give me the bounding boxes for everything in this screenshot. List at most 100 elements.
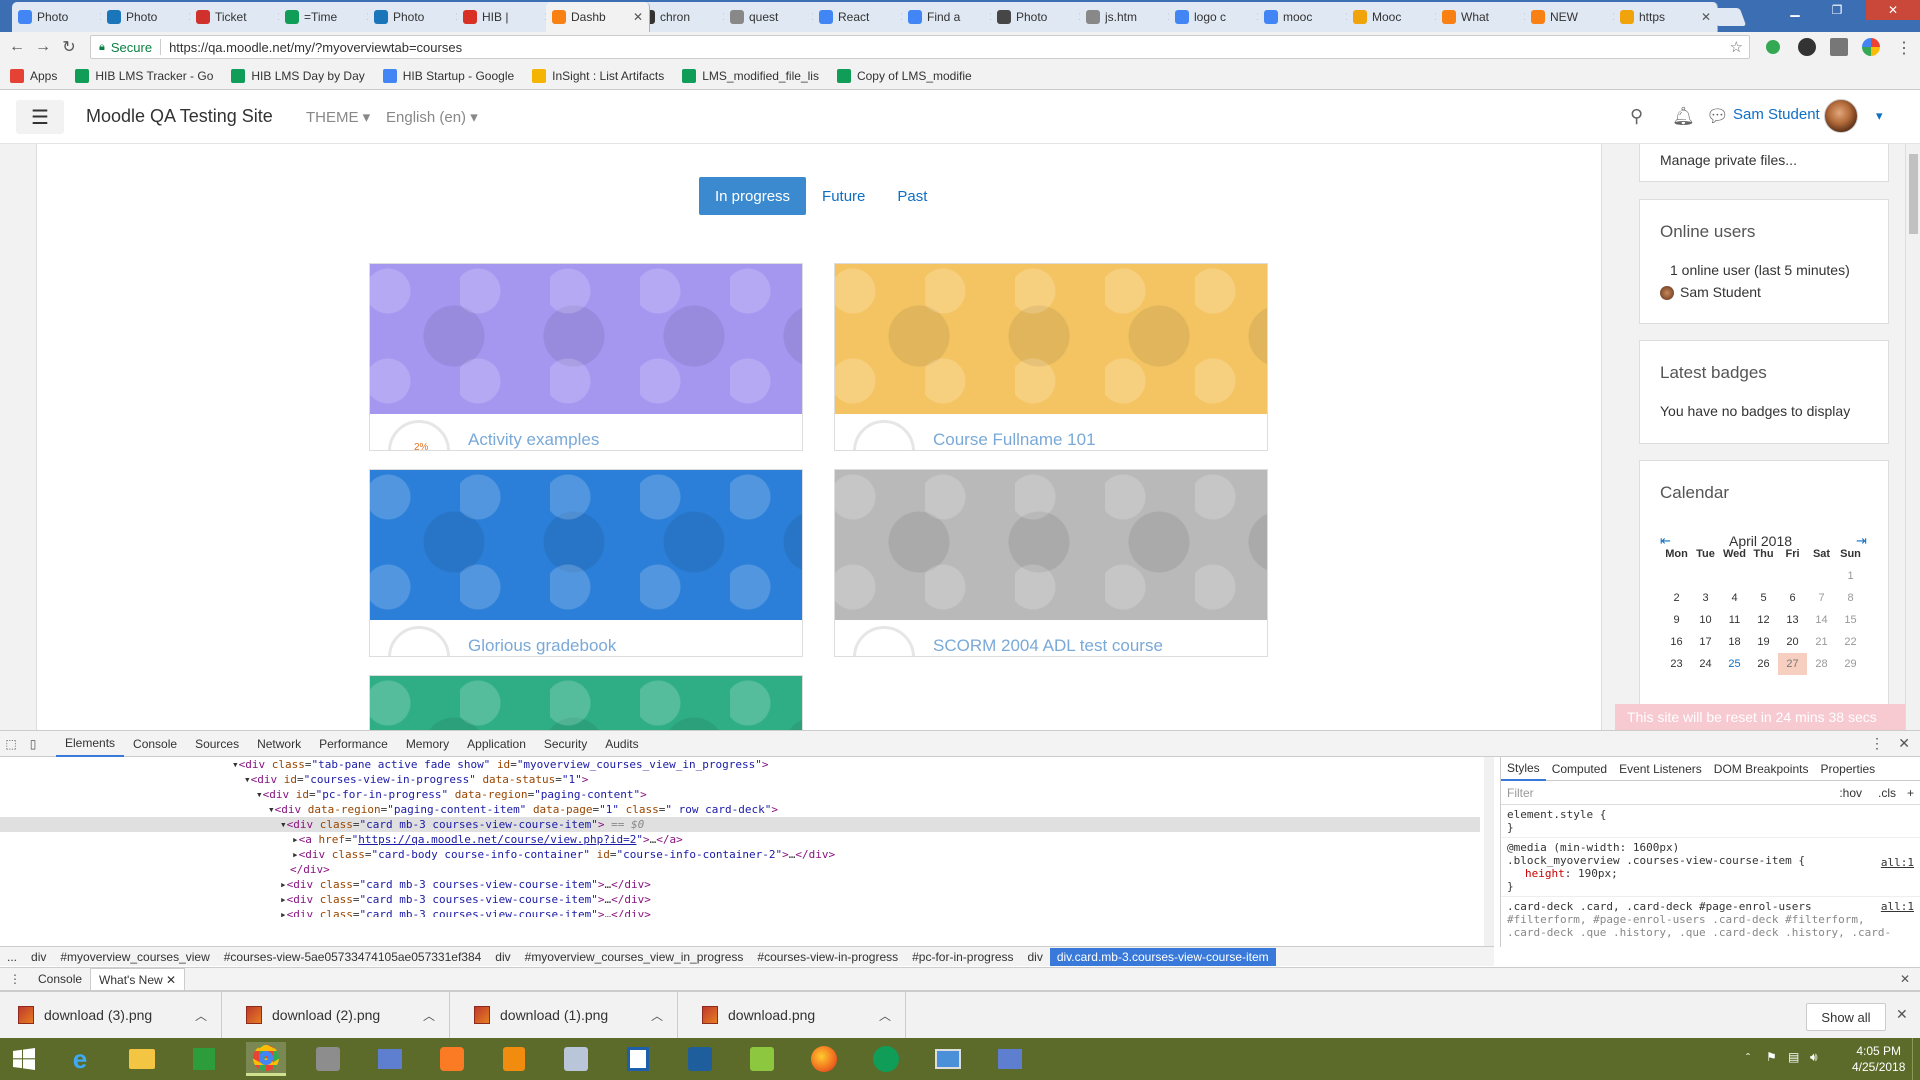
styles-tab[interactable]: Event Listeners <box>1613 762 1708 776</box>
styles-tab[interactable]: Computed <box>1546 762 1613 776</box>
notification-bell-icon[interactable]: 🔔︎ <box>1672 106 1695 127</box>
close-drawer-icon[interactable]: ✕ <box>1900 972 1910 986</box>
course-title[interactable]: SCORM 2004 ADL test course <box>933 636 1163 656</box>
styles-tab[interactable]: Properties <box>1814 762 1881 776</box>
devtools-tab-console[interactable]: Console <box>124 731 186 757</box>
bookmark-item[interactable]: HIB LMS Tracker - Go <box>75 68 213 83</box>
calendar-day[interactable]: 24 <box>1691 653 1720 675</box>
bookmark-item[interactable]: Apps <box>10 68 57 83</box>
tab-past[interactable]: Past <box>881 177 943 215</box>
show-all-downloads-button[interactable]: Show all <box>1806 1003 1886 1031</box>
bookmark-star-icon[interactable]: ☆ <box>1730 38 1743 56</box>
filter-input[interactable]: Filter <box>1507 786 1534 800</box>
user-menu-caret-icon[interactable]: ▾ <box>1876 108 1883 124</box>
virtualbox-icon[interactable] <box>556 1042 596 1076</box>
address-bar[interactable]: 🔒︎ Secure https://qa.moodle.net/my/?myov… <box>90 35 1750 59</box>
calendar-day[interactable]: 16 <box>1662 631 1691 653</box>
calendar-day[interactable]: 26 <box>1749 653 1778 675</box>
course-title[interactable]: Course Fullname 101 <box>933 430 1096 450</box>
styles-tab[interactable]: Styles <box>1501 757 1546 781</box>
calendar-day[interactable]: 20 <box>1778 631 1807 653</box>
calendar-day[interactable]: 21 <box>1807 631 1836 653</box>
calendar-day[interactable]: 23 <box>1662 653 1691 675</box>
rule-source-link[interactable]: all:1 <box>1881 856 1914 869</box>
course-card[interactable]: SCORM 2004 ADL test course <box>834 469 1268 657</box>
close-tab-icon[interactable]: ✕ <box>633 10 643 24</box>
chevron-up-icon[interactable]: ︿ <box>423 1007 435 1024</box>
bookmark-item[interactable]: HIB Startup - Google <box>382 68 514 83</box>
browser-tab[interactable]: Dashb ✕ <box>546 2 650 32</box>
windows-start-icon[interactable] <box>4 1042 44 1076</box>
breadcrumb-item[interactable]: #pc-for-in-progress <box>905 950 1020 964</box>
sublime-text-icon[interactable] <box>494 1042 534 1076</box>
site-name[interactable]: Moodle QA Testing Site <box>86 106 273 127</box>
visual-studio-code-icon[interactable] <box>680 1042 720 1076</box>
css-rule[interactable]: .card-deck .card, .card-deck #page-enrol… <box>1501 896 1920 942</box>
course-image[interactable] <box>370 470 802 620</box>
tab-future[interactable]: Future <box>806 177 881 215</box>
calendar-day[interactable]: 15 <box>1836 609 1865 631</box>
calendar-day[interactable]: 5 <box>1749 587 1778 609</box>
network-app-icon[interactable] <box>308 1042 348 1076</box>
course-image[interactable] <box>835 470 1267 620</box>
dom-node[interactable]: ▸<a href="https://qa.moodle.net/course/v… <box>292 832 683 847</box>
breadcrumb-item[interactable]: #myoverview_courses_view <box>53 950 216 964</box>
dom-node[interactable]: </div> <box>290 862 330 877</box>
back-icon[interactable]: ← <box>4 34 30 60</box>
devtools-menu-icon[interactable]: ⋮ <box>1870 735 1884 752</box>
theme-dropdown[interactable]: THEME ▾ <box>306 108 370 126</box>
online-user-link[interactable]: Sam Student <box>1680 284 1761 300</box>
search-icon[interactable]: ⚲ <box>1630 106 1643 127</box>
element-style-rule[interactable]: element.style {} <box>1501 805 1920 837</box>
download-item[interactable]: download (2).png ︿ <box>228 992 450 1038</box>
calendar-day[interactable]: 1 <box>1836 565 1865 587</box>
calendar-day[interactable]: 10 <box>1691 609 1720 631</box>
course-card[interactable] <box>369 675 803 730</box>
course-image[interactable] <box>370 676 802 730</box>
dom-node[interactable]: ▸<div class="card mb-3 courses-view-cour… <box>280 907 651 917</box>
new-rule-icon[interactable]: + <box>1907 786 1914 800</box>
inspect-element-icon[interactable]: ⬚ <box>0 737 22 751</box>
calendar-day[interactable]: 6 <box>1778 587 1807 609</box>
dom-node[interactable]: ▾<div id="courses-view-in-progress" data… <box>244 772 588 787</box>
calendar-day[interactable]: 7 <box>1807 587 1836 609</box>
course-card[interactable]: Course Fullname 101 <box>834 263 1268 451</box>
calendar-day[interactable]: 9 <box>1662 609 1691 631</box>
photos-app-icon[interactable] <box>928 1042 968 1076</box>
course-title[interactable]: Activity examples <box>468 430 599 450</box>
taskbar-clock[interactable]: 4:05 PM 4/25/2018 <box>1852 1043 1905 1075</box>
styles-filter[interactable]: Filter :hov .cls + <box>1501 781 1920 805</box>
user-menu-name[interactable]: Sam Student <box>1733 106 1820 123</box>
minimize-icon[interactable]: ▁ <box>1778 0 1812 20</box>
flag-icon[interactable]: ⚑ <box>1766 1050 1777 1064</box>
chevron-up-icon[interactable]: ︿ <box>195 1007 207 1024</box>
dom-node[interactable]: ▾<div class="tab-pane active fade show" … <box>232 757 768 772</box>
menu-kebab-icon[interactable]: ⋮ <box>1896 38 1912 58</box>
devtools-tab-application[interactable]: Application <box>458 731 535 757</box>
hangouts-icon[interactable] <box>866 1042 906 1076</box>
property-value[interactable]: 190px; <box>1578 867 1618 880</box>
calendar-day[interactable]: 8 <box>1836 587 1865 609</box>
devtools-tab-network[interactable]: Network <box>248 731 310 757</box>
calendar-day[interactable]: 14 <box>1807 609 1836 631</box>
extension-color-icon[interactable] <box>1862 38 1880 56</box>
network-icon[interactable]: ▤ <box>1788 1050 1799 1064</box>
messages-icon[interactable]: 💬︎ <box>1706 106 1729 127</box>
chevron-up-icon[interactable]: ︿ <box>651 1007 663 1024</box>
course-card[interactable]: 2% Activity examples <box>369 263 803 451</box>
calendar-day[interactable]: 11 <box>1720 609 1749 631</box>
calendar-day[interactable]: 12 <box>1749 609 1778 631</box>
extension-dark-icon[interactable] <box>1798 38 1816 56</box>
elements-tree[interactable]: ▾<div class="tab-pane active fade show" … <box>0 757 1494 917</box>
calendar-day[interactable]: 27 <box>1778 653 1807 675</box>
store-icon[interactable] <box>184 1042 224 1076</box>
dom-node[interactable]: ▾<div data-region="paging-content-item" … <box>268 802 778 817</box>
tab-in-progress[interactable]: In progress <box>699 177 807 215</box>
download-item[interactable]: download (3).png ︿ <box>0 992 222 1038</box>
language-dropdown[interactable]: English (en) ▾ <box>386 108 478 126</box>
course-title[interactable]: Glorious gradebook <box>468 636 616 656</box>
calendar-day[interactable]: 2 <box>1662 587 1691 609</box>
calendar-day[interactable]: 25 <box>1720 653 1749 675</box>
calendar-day[interactable]: 28 <box>1807 653 1836 675</box>
drawer-tab-console[interactable]: Console <box>30 968 90 990</box>
